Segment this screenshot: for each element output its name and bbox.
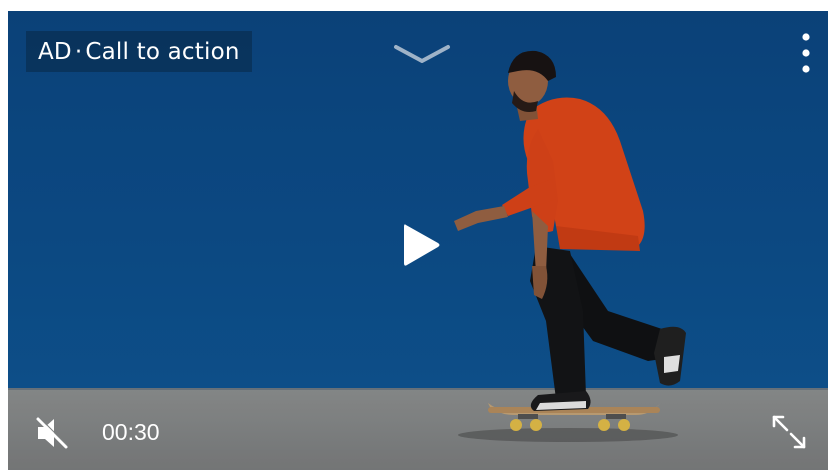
play-button[interactable] xyxy=(394,219,444,271)
ad-badge[interactable]: AD · Call to action xyxy=(26,31,252,72)
mute-button[interactable] xyxy=(34,415,70,451)
collapse-button[interactable] xyxy=(392,39,452,69)
chevron-down-icon xyxy=(394,45,450,63)
ad-label: AD xyxy=(38,38,72,65)
muted-speaker-icon xyxy=(36,417,68,449)
play-icon xyxy=(404,224,440,266)
video-player[interactable]: AD · Call to action 00:30 xyxy=(8,11,828,470)
fullscreen-button[interactable] xyxy=(768,411,810,453)
ad-separator: · xyxy=(74,38,83,65)
more-vertical-icon xyxy=(802,33,810,73)
more-options-button[interactable] xyxy=(794,31,818,77)
time-remaining: 00:30 xyxy=(102,419,160,445)
expand-icon xyxy=(772,415,806,449)
call-to-action-link[interactable]: Call to action xyxy=(85,39,239,65)
